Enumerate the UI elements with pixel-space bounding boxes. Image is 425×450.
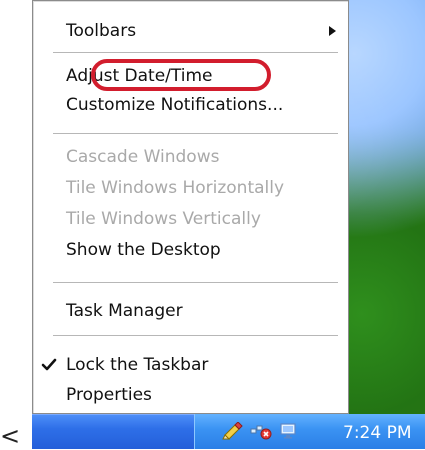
system-clock[interactable]: 7:24 PM <box>343 423 412 443</box>
network-alert-icon[interactable] <box>250 422 272 440</box>
tray-icons <box>222 420 300 442</box>
menu-item-label-properties: Properties <box>66 385 152 405</box>
menu-item-show-desktop[interactable]: Show the Desktop <box>33 235 348 265</box>
menu-item-tile-windows-vertically: Tile Windows Vertically <box>33 204 348 234</box>
menu-item-label-show-desktop: Show the Desktop <box>66 240 221 260</box>
pencil-icon[interactable] <box>222 422 244 440</box>
menu-separator <box>53 335 338 336</box>
menu-item-task-manager[interactable]: Task Manager <box>33 296 348 326</box>
menu-item-label-toolbars: Toolbars <box>66 21 137 41</box>
menu-item-label-tile-windows-vertically: Tile Windows Vertically <box>66 209 261 229</box>
menu-item-customize-notifications[interactable]: Customize Notifications... <box>33 90 348 120</box>
menu-item-toolbars[interactable]: Toolbars <box>33 16 348 46</box>
menu-separator <box>53 52 338 53</box>
checkmark-icon <box>41 358 57 371</box>
menu-item-label-customize-notifications: Customize Notifications... <box>66 95 284 115</box>
menu-item-label-cascade-windows: Cascade Windows <box>66 147 220 167</box>
menu-separator <box>53 133 338 134</box>
menu-item-label-lock-taskbar: Lock the Taskbar <box>66 355 209 375</box>
left-caret-text: < <box>0 422 21 450</box>
menu-separator <box>53 282 338 283</box>
menu-item-label-tile-windows-horizontally: Tile Windows Horizontally <box>66 178 285 198</box>
monitor-icon[interactable] <box>278 422 300 440</box>
menu-item-cascade-windows: Cascade Windows <box>33 142 348 172</box>
menu-item-label-task-manager: Task Manager <box>66 301 183 321</box>
menu-item-label-adjust-date-time: Adjust Date/Time <box>66 66 213 86</box>
menu-item-properties[interactable]: Properties <box>33 380 348 410</box>
submenu-arrow-icon <box>329 26 336 36</box>
menu-item-lock-taskbar[interactable]: Lock the Taskbar <box>33 350 348 380</box>
menu-item-tile-windows-horizontally: Tile Windows Horizontally <box>33 173 348 203</box>
menu-item-adjust-date-time[interactable]: Adjust Date/Time <box>33 61 348 91</box>
taskbar-context-menu: Toolbars Adjust Date/Time Customize Noti… <box>32 0 349 414</box>
